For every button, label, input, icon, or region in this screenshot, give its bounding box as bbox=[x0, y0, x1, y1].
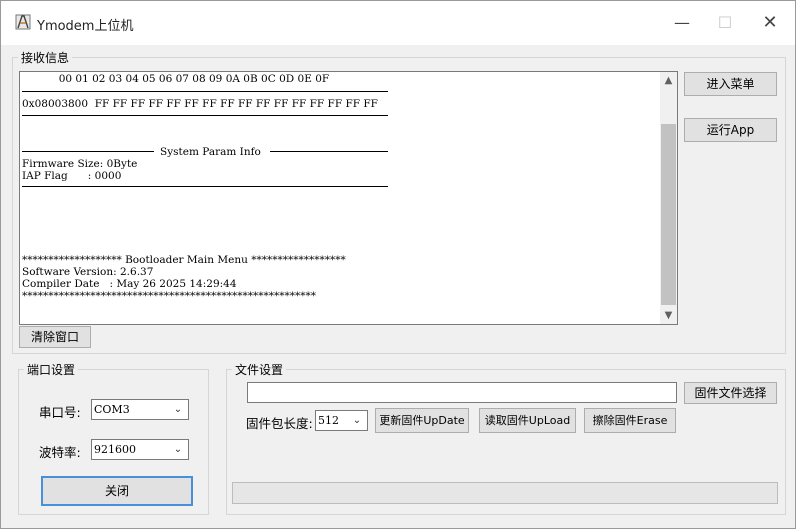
port-select-value: COM3 bbox=[94, 403, 130, 416]
packet-length-value: 512 bbox=[318, 414, 339, 427]
progress-bar bbox=[232, 482, 778, 504]
erase-firmware-button[interactable]: 擦除固件Erase bbox=[584, 408, 676, 433]
chevron-down-icon: ⌄ bbox=[173, 404, 183, 415]
close-window-button[interactable]: ✕ bbox=[747, 9, 793, 37]
firmware-path-input[interactable] bbox=[247, 382, 677, 403]
separator-rule bbox=[22, 115, 388, 116]
firmware-size-line: Firmware Size: 0Byte bbox=[22, 158, 138, 170]
system-param-heading: System Param Info bbox=[160, 146, 261, 158]
separator-rule bbox=[22, 186, 388, 187]
update-firmware-button[interactable]: 更新固件UpDate bbox=[375, 408, 469, 433]
main-window: Ymodem上位机 — ☐ ✕ 接收信息 00 01 02 03 04 05 0… bbox=[0, 0, 796, 529]
file-settings-legend: 文件设置 bbox=[235, 363, 284, 377]
title-bar[interactable]: Ymodem上位机 — ☐ ✕ bbox=[1, 1, 795, 45]
separator-rule bbox=[22, 151, 154, 152]
packet-length-label: 固件包长度: bbox=[246, 416, 313, 431]
baud-select[interactable]: 921600 ⌄ bbox=[91, 439, 189, 460]
bootloader-menu-line: ******************* Bootloader Main Menu… bbox=[22, 254, 346, 266]
receive-text-area[interactable]: 00 01 02 03 04 05 06 07 08 09 0A 0B 0C 0… bbox=[19, 71, 678, 325]
app-logo-icon bbox=[15, 14, 31, 30]
baud-label: 波特率: bbox=[39, 445, 81, 460]
port-settings-legend: 端口设置 bbox=[27, 363, 76, 377]
packet-length-select[interactable]: 512 ⌄ bbox=[315, 410, 368, 431]
upload-firmware-button[interactable]: 读取固件UpLoad bbox=[479, 408, 576, 433]
hex-header-line: 00 01 02 03 04 05 06 07 08 09 0A 0B 0C 0… bbox=[22, 73, 330, 85]
iap-flag-line: IAP Flag : 0000 bbox=[22, 170, 122, 182]
star-line: ****************************************… bbox=[22, 290, 316, 302]
enter-menu-button[interactable]: 进入菜单 bbox=[684, 72, 777, 96]
run-app-button[interactable]: 运行App bbox=[684, 118, 777, 142]
chevron-down-icon: ⌄ bbox=[173, 444, 183, 455]
receive-info-legend: 接收信息 bbox=[21, 51, 70, 65]
close-port-button[interactable]: 关闭 bbox=[41, 476, 193, 506]
receive-scrollbar[interactable]: ▲ ▼ bbox=[660, 72, 677, 324]
hex-data-line: 0x08003800 FF FF FF FF FF FF FF FF FF FF… bbox=[22, 98, 378, 110]
maximize-button[interactable]: ☐ bbox=[702, 9, 748, 37]
scroll-down-icon[interactable]: ▼ bbox=[660, 307, 677, 324]
compiler-date-line: Compiler Date : May 26 2025 14:29:44 bbox=[22, 278, 237, 290]
baud-select-value: 921600 bbox=[94, 443, 136, 456]
scroll-up-icon[interactable]: ▲ bbox=[660, 72, 677, 89]
separator-rule bbox=[22, 91, 388, 92]
port-label: 串口号: bbox=[39, 405, 81, 420]
chevron-down-icon: ⌄ bbox=[352, 415, 362, 426]
minimize-button[interactable]: — bbox=[659, 9, 705, 37]
window-title: Ymodem上位机 bbox=[37, 19, 134, 34]
select-firmware-button[interactable]: 固件文件选择 bbox=[684, 382, 777, 404]
separator-rule bbox=[270, 151, 388, 152]
scroll-thumb[interactable] bbox=[661, 124, 676, 305]
software-version-line: Software Version: 2.6.37 bbox=[22, 266, 154, 278]
receive-text-content: 00 01 02 03 04 05 06 07 08 09 0A 0B 0C 0… bbox=[22, 72, 658, 324]
clear-window-button[interactable]: 清除窗口 bbox=[19, 326, 91, 348]
port-select[interactable]: COM3 ⌄ bbox=[91, 399, 189, 420]
